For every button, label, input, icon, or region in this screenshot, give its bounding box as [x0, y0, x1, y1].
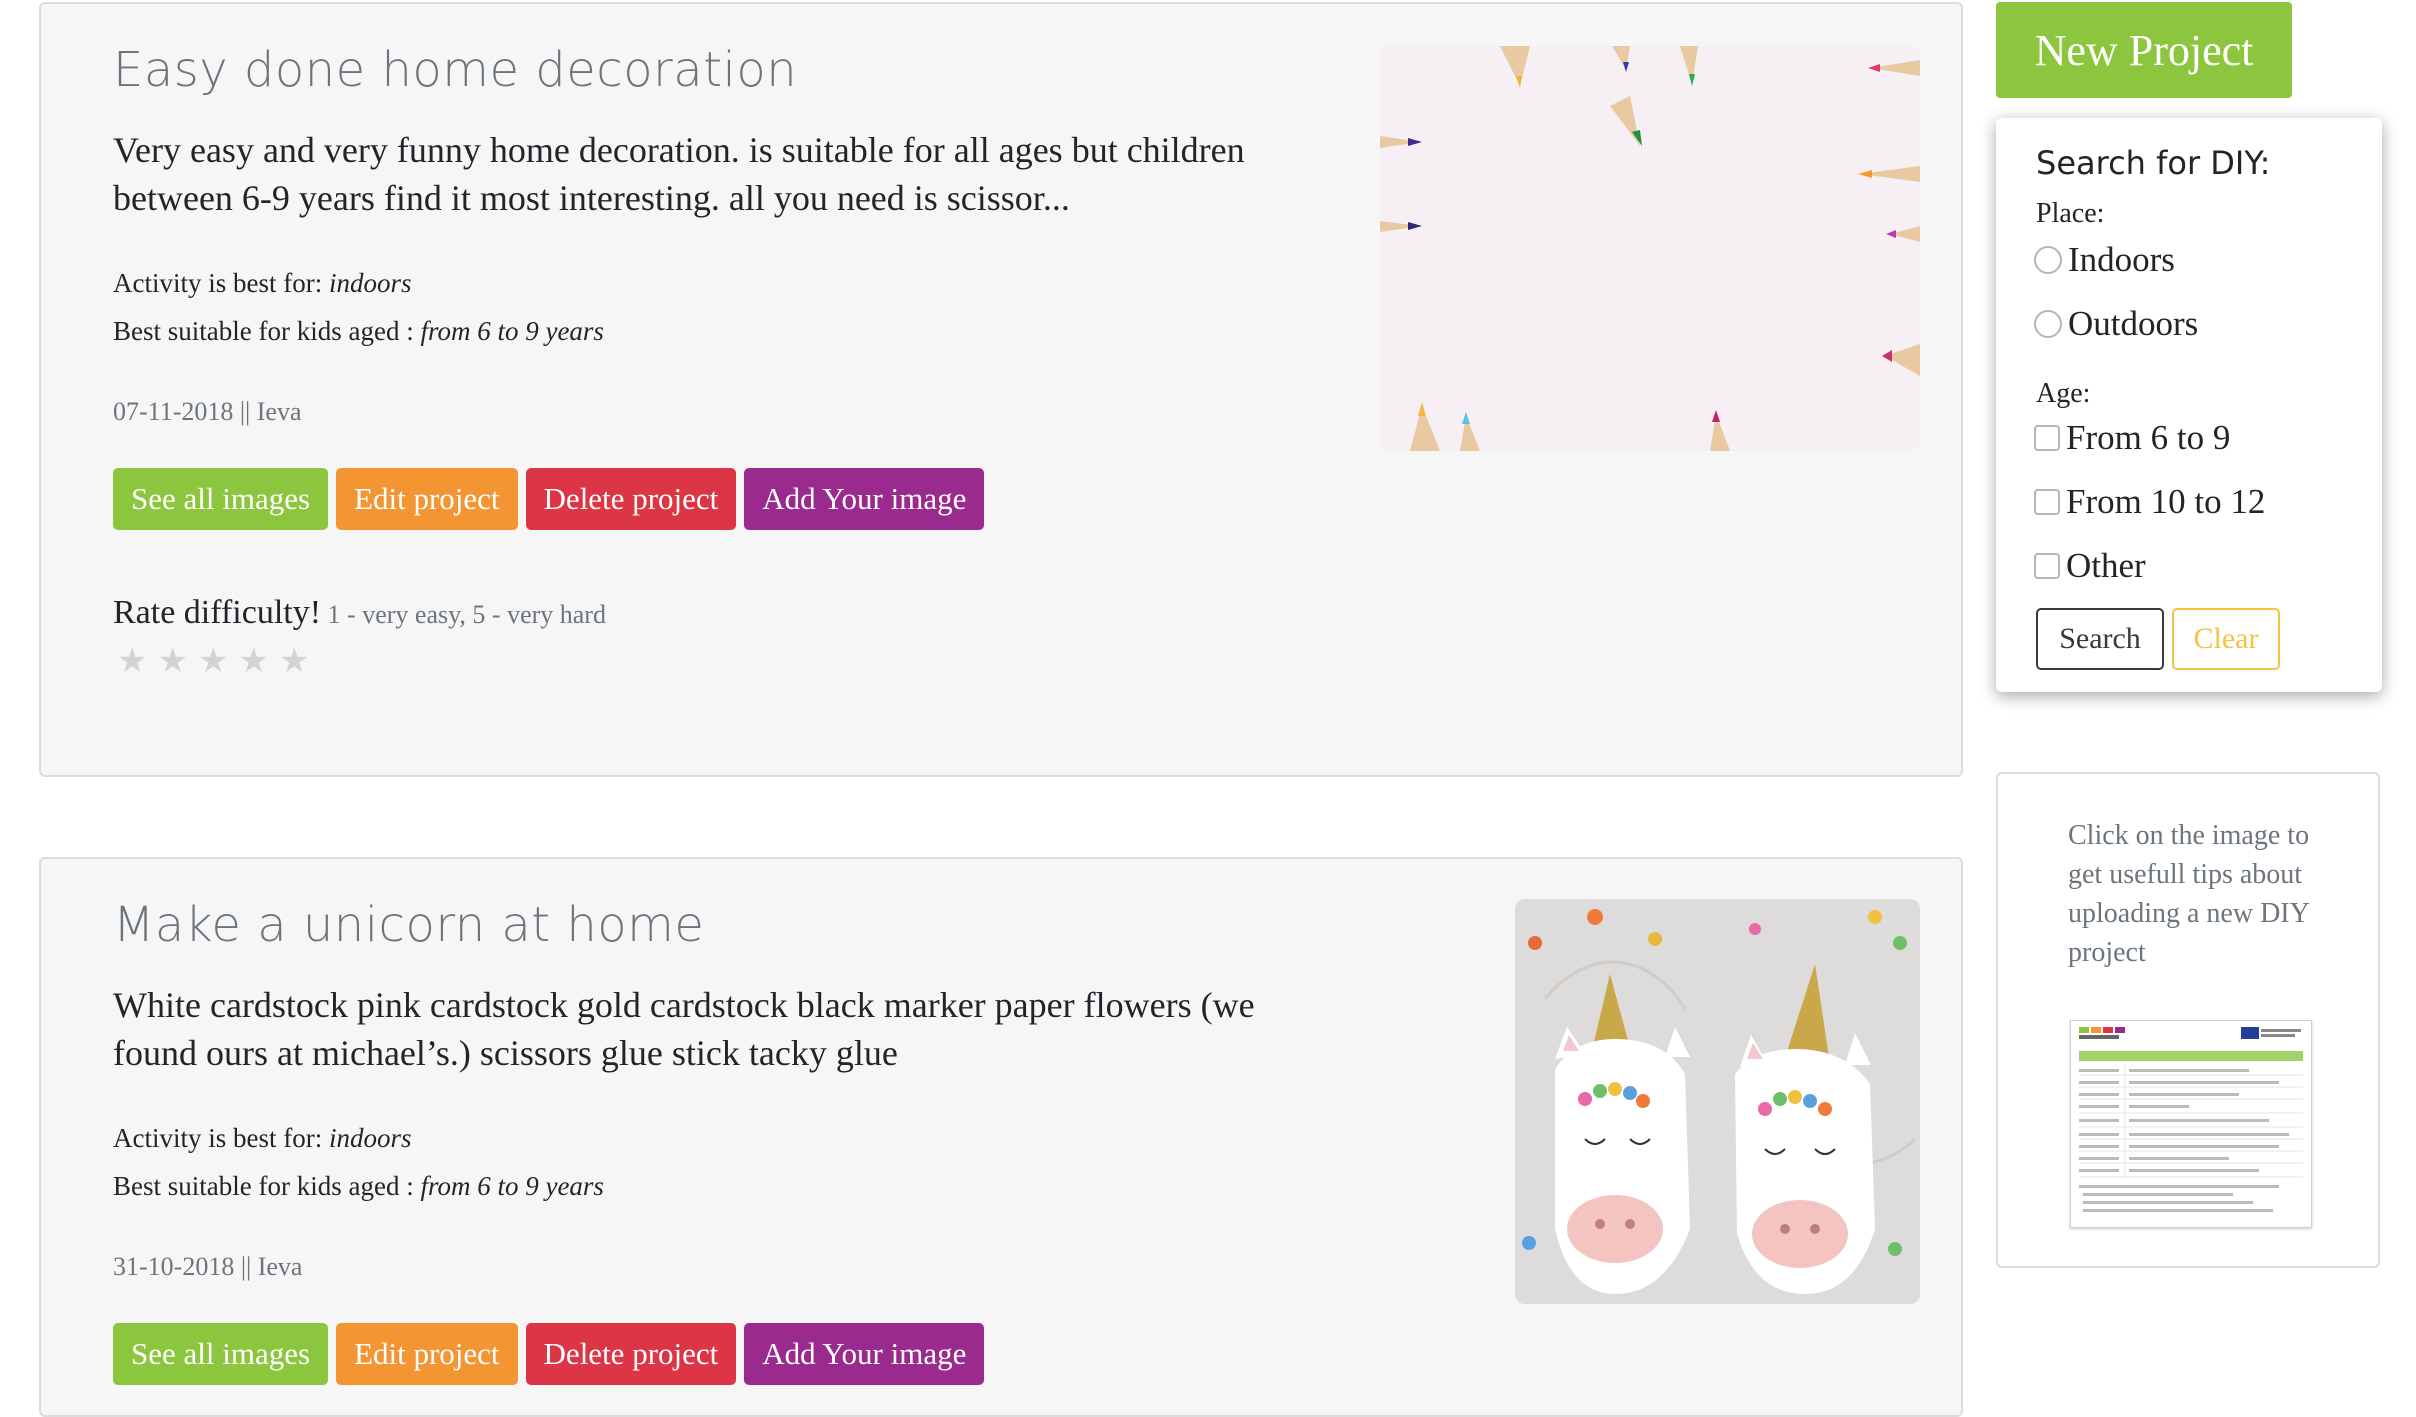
project-actions: See all images Edit project Delete proje… — [113, 468, 985, 530]
place-label: Place: — [2036, 198, 2105, 229]
add-your-image-button[interactable]: Add Your image — [744, 1323, 985, 1385]
activity-value: indoors — [328, 268, 412, 298]
outdoors-radio[interactable] — [2034, 310, 2062, 338]
age-option-6-9[interactable]: From 6 to 9 — [2034, 418, 2230, 458]
search-title: Search for DIY: — [2036, 144, 2271, 182]
tips-text: Click on the image to get usefull tips a… — [2068, 820, 2310, 968]
see-all-images-button[interactable]: See all images — [113, 468, 329, 530]
project-title: Easy done home decoration — [113, 42, 798, 98]
age-6-9-label: From 6 to 9 — [2066, 418, 2231, 457]
date-author: 31-10-2018 || Ieva — [113, 1252, 303, 1281]
document-preview-icon — [2071, 1021, 2311, 1227]
rate-hint: 1 - very easy, 5 - very hard — [321, 600, 606, 629]
star-rating: ★ ★ ★ ★ ★ — [117, 644, 309, 678]
search-panel: Search for DIY: Place: Indoors Outdoors … — [1996, 118, 2382, 692]
age-value: from 6 to 9 years — [420, 316, 604, 346]
age-10-12-label: From 10 to 12 — [2066, 482, 2266, 521]
age-option-10-12[interactable]: From 10 to 12 — [2034, 482, 2265, 522]
delete-project-button[interactable]: Delete project — [525, 1323, 737, 1385]
age-label: Age: — [2036, 378, 2091, 409]
age-label: Best suitable for kids aged : — [113, 1171, 421, 1201]
new-project-button[interactable]: New Project — [1996, 2, 2292, 98]
project-title: Make a unicorn at home — [113, 897, 705, 953]
age-other-label: Other — [2066, 546, 2146, 585]
project-description: Very easy and very funny home decoration… — [113, 130, 1245, 218]
tips-document-thumbnail[interactable] — [2070, 1020, 2312, 1228]
clear-button[interactable]: Clear — [2172, 608, 2280, 670]
age-label: Best suitable for kids aged : — [113, 316, 421, 346]
outdoors-label: Outdoors — [2068, 304, 2199, 343]
upload-tips-panel: Click on the image to get usefull tips a… — [1996, 772, 2380, 1268]
rate-title: Rate difficulty! — [113, 594, 322, 631]
age-10-12-checkbox[interactable] — [2034, 489, 2060, 515]
star-icon[interactable]: ★ — [238, 644, 268, 678]
activity-label: Activity is best for: — [113, 1123, 329, 1153]
star-icon[interactable]: ★ — [198, 644, 228, 678]
activity-place: Activity is best for: indoors — [113, 268, 412, 299]
project-image[interactable] — [1515, 899, 1920, 1304]
project-description: White cardstock pink cardstock gold card… — [113, 985, 1255, 1073]
colored-pencils-image — [1380, 46, 1920, 451]
age-option-other[interactable]: Other — [2034, 546, 2146, 586]
age-6-9-checkbox[interactable] — [2034, 425, 2060, 451]
age-value: from 6 to 9 years — [420, 1171, 604, 1201]
place-option-outdoors[interactable]: Outdoors — [2034, 304, 2198, 344]
activity-value: indoors — [328, 1123, 412, 1153]
project-card: Easy done home decoration Very easy and … — [39, 2, 1963, 777]
delete-project-button[interactable]: Delete project — [525, 468, 737, 530]
see-all-images-button[interactable]: See all images — [113, 1323, 329, 1385]
activity-place: Activity is best for: indoors — [113, 1123, 412, 1154]
project-image[interactable] — [1380, 46, 1920, 451]
place-option-indoors[interactable]: Indoors — [2034, 240, 2175, 280]
star-icon[interactable]: ★ — [279, 644, 309, 678]
indoors-radio[interactable] — [2034, 246, 2062, 274]
add-your-image-button[interactable]: Add Your image — [744, 468, 985, 530]
activity-age: Best suitable for kids aged : from 6 to … — [113, 1171, 604, 1202]
activity-label: Activity is best for: — [113, 268, 329, 298]
paper-unicorns-image — [1515, 899, 1920, 1304]
star-icon[interactable]: ★ — [117, 644, 147, 678]
project-card: Make a unicorn at home White cardstock p… — [39, 857, 1963, 1417]
star-icon[interactable]: ★ — [157, 644, 187, 678]
rate-difficulty: Rate difficulty! 1 - very easy, 5 - very… — [113, 594, 606, 632]
project-actions: See all images Edit project Delete proje… — [113, 1323, 985, 1385]
date-author: 07-11-2018 || Ieva — [113, 397, 302, 426]
activity-age: Best suitable for kids aged : from 6 to … — [113, 316, 604, 347]
edit-project-button[interactable]: Edit project — [336, 468, 518, 530]
search-button[interactable]: Search — [2036, 608, 2164, 670]
edit-project-button[interactable]: Edit project — [336, 1323, 518, 1385]
indoors-label: Indoors — [2068, 240, 2175, 279]
age-other-checkbox[interactable] — [2034, 553, 2060, 579]
